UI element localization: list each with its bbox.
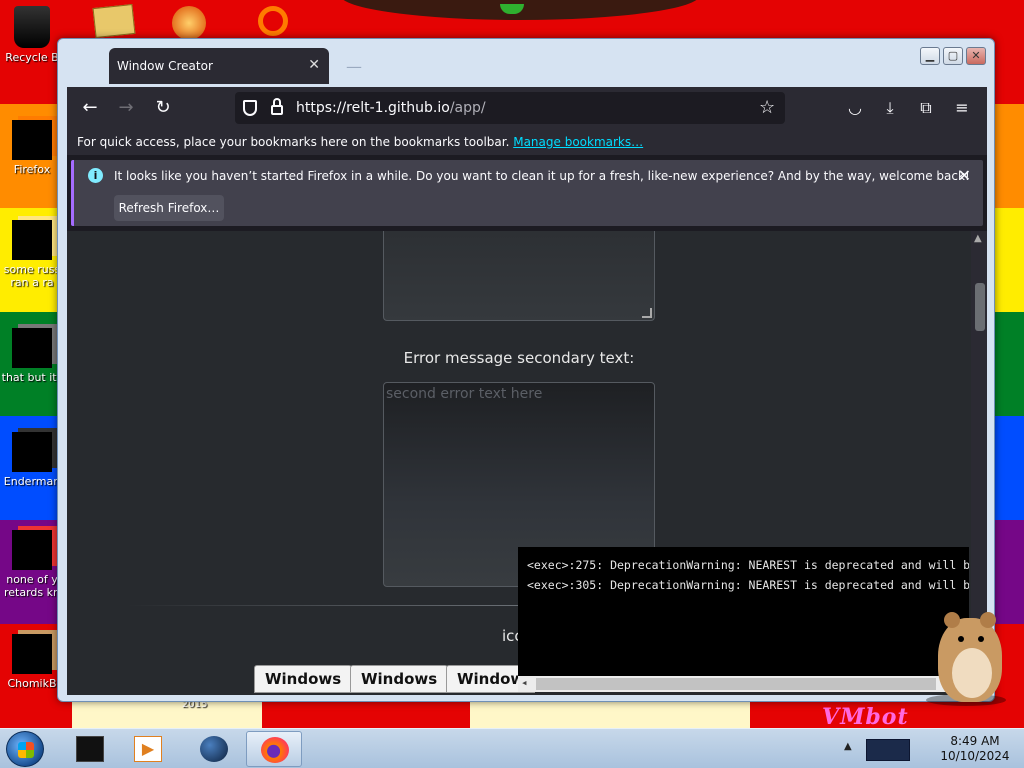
desktop-icon-enderman[interactable]: Enderman: [0, 432, 64, 488]
forward-icon[interactable]: →: [113, 96, 139, 120]
lock-icon[interactable]: [271, 98, 283, 116]
terminal-icon: [76, 736, 104, 762]
maximize-button[interactable]: ▢: [943, 47, 963, 65]
desktop-icon-label: Enderman: [3, 475, 61, 488]
pocket-icon[interactable]: ◡: [844, 97, 866, 119]
desktop-icon-label: some russ ran a ra: [3, 263, 61, 289]
tab-window-creator[interactable]: Window Creator ✕: [109, 48, 329, 84]
desktop-icon-label: Recycle B: [5, 51, 59, 64]
scroll-up-icon[interactable]: ▲: [974, 233, 982, 244]
clock[interactable]: 8:49 AM 10/10/2024: [936, 734, 1014, 764]
resize-grip-icon[interactable]: [642, 308, 652, 318]
refresh-firefox-button[interactable]: Refresh Firefox…: [114, 195, 224, 221]
nav-toolbar: ← → ↻ https://relt-1.github.io/app/ ☆ ◡ …: [67, 87, 987, 129]
start-button[interactable]: [6, 731, 44, 767]
notification-close-icon[interactable]: ✕: [958, 166, 971, 185]
taskbar-app-firefox[interactable]: [246, 731, 302, 767]
info-icon: i: [88, 168, 103, 183]
clock-time: 8:49 AM: [950, 734, 1000, 748]
downloads-icon[interactable]: ⤓: [879, 97, 901, 119]
desktop-icon-label: Firefox: [13, 163, 51, 176]
console-scroll-thumb[interactable]: [536, 678, 936, 690]
taskbar-app-globe[interactable]: [186, 731, 242, 767]
close-window-button[interactable]: ✕: [966, 47, 986, 65]
secondary-text-label: Error message secondary text:: [403, 349, 635, 367]
url-text[interactable]: https://relt-1.github.io/app/: [296, 100, 486, 116]
desktop-icon-recycle-bin[interactable]: Recycle B: [0, 6, 64, 64]
desktop-app-icon[interactable]: [172, 6, 212, 40]
system-tray[interactable]: [862, 733, 920, 765]
hamster-app-icon: [12, 634, 52, 674]
globe-icon: [200, 736, 228, 762]
firefox-icon: [12, 120, 52, 160]
desktop-icon-label: ChomikB: [7, 677, 57, 690]
desktop-icon-firefox[interactable]: Firefox: [0, 120, 64, 176]
console-line: <exec>:305: DeprecationWarning: NEAREST …: [527, 578, 969, 592]
firefox-icon: [261, 737, 289, 763]
vm-brand-logo: VMbot: [822, 704, 909, 730]
taskbar: ▶ ▲ 8:49 AM 10/10/2024: [0, 728, 1024, 768]
desktop-icon-app[interactable]: none of y retards kn: [0, 530, 64, 599]
windows-logo-icon: [18, 742, 34, 758]
taskbar-app-media[interactable]: ▶: [120, 731, 176, 767]
recycle-bin-icon: [14, 6, 50, 48]
app-icon: [12, 530, 52, 570]
taskbar-app-terminal[interactable]: [62, 731, 118, 767]
os-style-button-1[interactable]: Windows: [254, 665, 353, 693]
tracking-shield-icon[interactable]: [243, 100, 257, 116]
notification-message: It looks like you haven’t started Firefo…: [114, 169, 970, 183]
refresh-notification: i It looks like you haven’t started Fire…: [71, 160, 983, 226]
enderman-icon: [12, 432, 52, 472]
url-bar[interactable]: https://relt-1.github.io/app/ ☆: [235, 92, 785, 124]
wallpaper-figure: [340, 0, 700, 20]
hamster-mascot: [920, 598, 1010, 708]
scrollbar-thumb[interactable]: [975, 283, 985, 331]
media-player-icon: ▶: [134, 736, 162, 762]
tab-title: Window Creator: [117, 59, 213, 73]
error-message-textarea[interactable]: [383, 231, 655, 321]
bookmarks-hint: For quick access, place your bookmarks h…: [77, 135, 514, 149]
desktop-icon-label: none of y retards kn: [4, 573, 60, 599]
back-icon[interactable]: ←: [77, 96, 103, 120]
console-line: <exec>:275: DeprecationWarning: NEAREST …: [527, 558, 969, 572]
folder-icon: [12, 328, 52, 368]
desktop-icon-chomik[interactable]: ChomikB: [0, 634, 64, 690]
tray-expand-icon[interactable]: ▲: [844, 741, 852, 752]
textarea-placeholder: second error text here: [386, 386, 543, 402]
console-window: <exec>:275: DeprecationWarning: NEAREST …: [518, 547, 969, 692]
menu-icon[interactable]: ≡: [951, 97, 973, 119]
new-tab-icon[interactable]: —: [346, 57, 362, 76]
tab-close-icon[interactable]: ✕: [308, 57, 320, 73]
console-hscrollbar[interactable]: ◂: [518, 676, 969, 692]
bookmarks-toolbar: For quick access, place your bookmarks h…: [67, 129, 987, 155]
tray-app-icon[interactable]: [866, 739, 910, 761]
os-style-button-2[interactable]: Windows: [350, 665, 449, 693]
scroll-left-icon[interactable]: ◂: [521, 676, 528, 689]
desktop-app-icon-2[interactable]: [250, 6, 290, 40]
desktop-icon-document[interactable]: some russ ran a ra: [0, 220, 64, 289]
desktop-icon-folder[interactable]: that but its: [0, 328, 64, 384]
desktop-icon-label: that but its: [1, 371, 63, 384]
manage-bookmarks-link[interactable]: Manage bookmarks…: [513, 135, 643, 149]
desktop-folder-icon[interactable]: [92, 3, 136, 40]
bookmark-star-icon[interactable]: ☆: [759, 97, 775, 118]
minimize-button[interactable]: ▁: [920, 47, 940, 65]
document-icon: [12, 220, 52, 260]
extensions-icon[interactable]: ⧉: [915, 97, 937, 119]
clock-date: 10/10/2024: [940, 749, 1010, 763]
reload-icon[interactable]: ↻: [150, 96, 176, 120]
